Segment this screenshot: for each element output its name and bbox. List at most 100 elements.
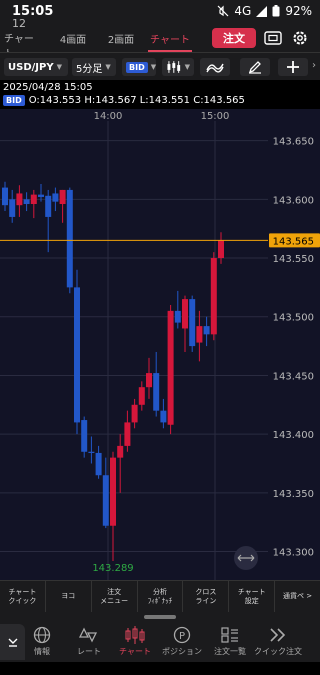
candle-body [153, 373, 160, 411]
position-icon: P [173, 626, 191, 644]
indicator-button[interactable] [200, 58, 230, 76]
low-price-marker: 143.289 [92, 563, 133, 574]
function-row: チャート クイック ヨコ 注文 メニュー 分析 ﾌｨﾎﾞﾅｯﾁ クロス ライン … [0, 580, 320, 612]
candle-body [45, 195, 52, 217]
nav-order-list[interactable]: 注文一覧 [212, 626, 248, 662]
nav-chart-label: チャート [119, 647, 151, 656]
tab-4-screen-label: 4画面 [59, 34, 87, 46]
fn-chart-settings[interactable]: チャート 設定 [229, 581, 276, 612]
pencil-icon [248, 61, 261, 74]
tab-4-screen[interactable]: 4画面 [58, 24, 88, 52]
screen-capture-icon[interactable] [262, 28, 284, 48]
current-price-label: 143.565 [273, 236, 314, 247]
currency-pair-select[interactable]: USD/JPY ▼ [4, 58, 68, 76]
candle-body [196, 326, 203, 343]
nav-rate[interactable]: レート [76, 626, 102, 662]
nav-info[interactable]: 情報 [30, 626, 54, 662]
tab-chart[interactable]: チャート [148, 24, 192, 52]
tab-chart-label: チャート [150, 34, 190, 46]
y-tick-label: 143.600 [273, 195, 314, 206]
candle-body [52, 193, 59, 202]
battery-icon [272, 5, 280, 17]
collapse-button[interactable] [0, 624, 25, 660]
draw-tool-button[interactable] [240, 58, 270, 76]
chevron-down-icon: ▼ [105, 63, 111, 71]
candle-body [88, 451, 95, 453]
plus-icon [287, 61, 299, 73]
fn-horizontal[interactable]: ヨコ [46, 581, 92, 612]
nav-rate-label: レート [77, 647, 101, 656]
panel-drag-handle[interactable] [144, 615, 176, 619]
candle-body [174, 310, 181, 323]
nav-chart[interactable]: チャート [118, 626, 152, 662]
time-label: 14:00 [94, 111, 123, 122]
ohlc-values: O:143.553 H:143.567 L:143.551 C:143.565 [28, 95, 245, 106]
y-tick-label: 143.550 [273, 254, 314, 265]
nav-order-list-label: 注文一覧 [214, 647, 246, 656]
price-type-value: BID [126, 61, 148, 73]
y-tick-label: 143.400 [273, 430, 314, 441]
timeframe-select[interactable]: 5分足 ▼ [72, 58, 116, 76]
nav-quick-order[interactable]: クイック注文 [254, 626, 302, 662]
candle-body [167, 310, 174, 425]
timeframe-value: 5分足 [76, 63, 103, 75]
candle-body [16, 193, 23, 206]
currency-pair-value: USD/JPY [8, 61, 54, 73]
fn-analysis-fibonacci[interactable]: 分析 ﾌｨﾎﾞﾅｯﾁ [138, 581, 184, 612]
candle-body [182, 299, 188, 329]
chart-type-select[interactable]: ▼ [162, 58, 194, 76]
globe-icon [33, 626, 51, 644]
indicator-wave-icon [206, 63, 224, 73]
candle-body [23, 199, 30, 205]
signal-icon [256, 5, 268, 17]
chart-area[interactable]: 143.650 143.600 143.550 143.500 143.450 143.4… [0, 109, 320, 580]
svg-text:P: P [179, 631, 185, 642]
fn-chart-quick[interactable]: チャート クイック [0, 581, 46, 612]
candle-body [2, 187, 8, 206]
more-icon[interactable]: › [312, 60, 316, 71]
tab-2-screen-label: 2画面 [107, 34, 135, 46]
candlestick-nav-icon [125, 626, 145, 644]
order-list-icon [221, 627, 238, 643]
panel-handle-row [0, 612, 320, 624]
status-icons: 4G 92% [217, 4, 312, 18]
candle-body [203, 326, 210, 335]
candle-body [66, 189, 73, 288]
collapse-chevron-icon [8, 638, 17, 647]
order-button[interactable]: 注文 [212, 28, 256, 48]
settings-gear-icon[interactable] [289, 28, 311, 48]
fn-order-menu[interactable]: 注文 メニュー [92, 581, 138, 612]
candle-body [95, 452, 102, 476]
price-type-select[interactable]: BID ▼ [122, 58, 156, 76]
candle-body [124, 422, 131, 446]
candle-body [131, 404, 138, 423]
candle-body [117, 445, 124, 458]
tab-chart-12[interactable]: 12 チャート [4, 17, 34, 60]
mute-icon [217, 5, 229, 17]
candle-body [110, 457, 116, 526]
rate-icon [79, 627, 98, 643]
tab-2-screen[interactable]: 2画面 [106, 24, 136, 52]
network-type: 4G [234, 4, 252, 18]
candle-body [138, 387, 145, 405]
chart-toolbar: USD/JPY ▼ 5分足 ▼ BID ▼ ▼ › [0, 52, 320, 80]
y-tick-label: 143.500 [273, 313, 314, 324]
candlestick-chart[interactable]: 143.650 143.600 143.550 143.500 143.450 143.4… [0, 109, 320, 580]
candle-body [218, 240, 224, 259]
candle-body [81, 420, 88, 452]
nav-position[interactable]: P ポジション [162, 626, 202, 662]
battery-level: 92% [285, 4, 312, 18]
add-button[interactable] [278, 58, 308, 76]
double-chevron-icon [270, 628, 286, 642]
candle-body [38, 194, 44, 197]
candlestick-icon [167, 61, 181, 73]
fn-currency-pair[interactable]: 通貨ペ > [275, 581, 320, 612]
nav-info-label: 情報 [34, 647, 50, 656]
nav-quick-order-label: クイック注文 [254, 647, 302, 656]
candle-body [74, 287, 80, 423]
time-label: 15:00 [201, 111, 230, 122]
y-tick-label: 143.650 [273, 137, 314, 148]
fn-cross-line[interactable]: クロス ライン [183, 581, 230, 612]
candle-body [189, 299, 196, 347]
y-tick-label: 143.450 [273, 371, 314, 382]
